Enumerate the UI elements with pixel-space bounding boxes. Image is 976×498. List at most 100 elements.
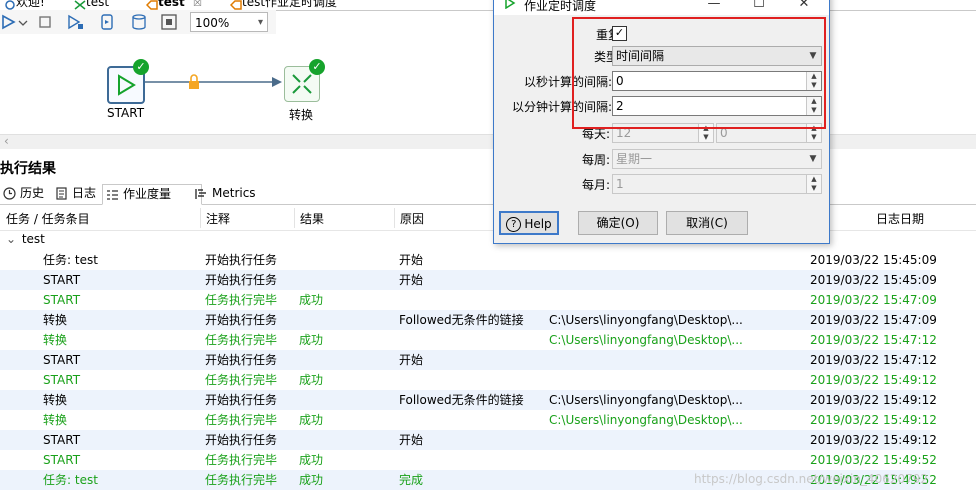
cell-date: 2019/03/22 15:49:12 — [810, 413, 937, 427]
scroll-left-icon[interactable]: ‹ — [4, 134, 9, 148]
cell-task: START — [43, 373, 81, 387]
tab-metrics[interactable]: Metrics — [192, 184, 278, 203]
grid-icon — [161, 14, 177, 30]
cell-comment: 开始执行任务 — [205, 253, 278, 267]
column-divider[interactable] — [200, 208, 201, 228]
tab-job-metrics[interactable]: 作业度量 — [102, 184, 202, 205]
tab-test-transform[interactable]: test — [70, 0, 109, 10]
table-row[interactable]: START 开始执行任务 开始 2019/03/22 15:45:09 — [0, 270, 937, 290]
column-divider[interactable] — [394, 208, 395, 228]
cell-task: START — [43, 433, 81, 447]
table-row[interactable]: START 任务执行完毕 成功 2019/03/22 15:49:52 — [0, 450, 937, 470]
job-icon — [229, 0, 242, 10]
cell-task: 任务: test — [43, 253, 98, 267]
zoom-value: 100% — [195, 16, 230, 30]
cell-task: START — [43, 453, 81, 467]
cell-reason: Followed无条件的链接 — [399, 393, 524, 407]
table-row[interactable]: START 任务执行完毕 成功 2019/03/22 15:47:09 — [0, 290, 937, 310]
cell-comment: 任务执行完毕 — [205, 473, 278, 487]
table-row[interactable]: 任务: test 开始执行任务 开始 2019/03/22 15:45:09 — [0, 250, 937, 270]
cell-result: 成功 — [299, 373, 324, 387]
chevron-down-icon[interactable]: ⌄ — [6, 232, 18, 246]
cell-comment: 任务执行完毕 — [205, 373, 278, 387]
table-row[interactable]: 转换 任务执行完毕 成功 C:\Users\linyongfang\Desktop\.… — [0, 330, 937, 350]
cell-task: 转换 — [43, 393, 68, 407]
cell-task: START — [43, 273, 81, 287]
monthly-input[interactable]: 1 ▲ ▼ — [612, 174, 822, 194]
cell-date: 2019/03/22 15:47:12 — [810, 353, 937, 367]
replay-icon — [101, 14, 113, 30]
run-button[interactable] — [0, 13, 18, 31]
cell-file: C:\Users\linyongfang\Desktop\... — [549, 393, 743, 407]
cell-date: 2019/03/22 15:49:12 — [810, 433, 937, 447]
tab-close-icon[interactable]: ☒ — [193, 0, 202, 9]
weekly-select[interactable]: 星期一 ▼ — [612, 149, 822, 169]
stop-button[interactable] — [36, 13, 54, 31]
help-icon: ? — [506, 217, 522, 232]
close-icon[interactable]: ✕ — [789, 0, 819, 13]
chevron-down-icon: ▾ — [257, 17, 263, 28]
stop-icon — [39, 16, 51, 28]
cell-result: 成功 — [299, 333, 324, 347]
minimize-icon[interactable]: — — [699, 0, 729, 13]
column-header-date[interactable]: 日志日期 — [876, 210, 924, 227]
gantt-icon — [195, 189, 206, 199]
spinner-arrows-icon[interactable]: ▲ ▼ — [806, 175, 821, 193]
cell-comment: 任务执行完毕 — [205, 293, 278, 307]
table-row[interactable]: START 开始执行任务 开始 2019/03/22 15:47:12 — [0, 350, 937, 370]
results-panel-title: 执行结果 — [0, 161, 56, 177]
cell-comment: 开始执行任务 — [205, 313, 278, 327]
watermark-text: https://blog.csdn.net/weixin_40620792 — [694, 472, 929, 486]
preview-button[interactable] — [66, 13, 84, 31]
table-row[interactable]: 转换 任务执行完毕 成功 C:\Users\linyongfang\Desktop\.… — [0, 410, 937, 430]
play-icon — [2, 14, 16, 30]
tab-test-schedule[interactable]: test作业定时调度 — [226, 0, 337, 10]
column-header-comment[interactable]: 注释 — [206, 210, 230, 227]
cell-comment: 开始执行任务 — [205, 433, 278, 447]
tab-welcome[interactable]: 欢迎! — [0, 0, 45, 10]
cell-comment: 开始执行任务 — [205, 273, 278, 287]
run-dropdown-button[interactable] — [18, 13, 28, 31]
cell-reason: Followed无条件的链接 — [399, 313, 524, 327]
tab-label: test — [158, 0, 185, 9]
replay-button[interactable] — [98, 13, 116, 31]
table-row[interactable]: START 任务执行完毕 成功 2019/03/22 15:49:12 — [0, 370, 937, 390]
tree-group-test[interactable]: ⌄ test — [6, 232, 45, 246]
table-row[interactable]: 转换 开始执行任务 Followed无条件的链接 C:\Users\linyongfa… — [0, 390, 937, 410]
tab-label: Metrics — [212, 186, 256, 200]
hop-connector[interactable] — [140, 70, 290, 94]
snap-grid-button[interactable] — [160, 13, 178, 31]
dialog-title: 作业定时调度 — [524, 0, 597, 13]
unconditional-lock-icon — [186, 74, 202, 93]
maximize-icon[interactable]: ☐ — [744, 0, 774, 13]
log-icon — [56, 187, 67, 200]
column-header-result[interactable]: 结果 — [300, 210, 324, 227]
cell-task: 转换 — [43, 333, 68, 347]
column-header-reason[interactable]: 原因 — [400, 210, 424, 227]
cell-comment: 任务执行完毕 — [205, 413, 278, 427]
table-row[interactable]: START 开始执行任务 开始 2019/03/22 15:49:12 — [0, 430, 937, 450]
cell-date: 2019/03/22 15:45:09 — [810, 273, 937, 287]
cell-reason: 开始 — [399, 353, 424, 367]
highlight-annotation-box — [572, 17, 826, 129]
zoom-select[interactable]: 100% ▾ — [190, 12, 268, 32]
cell-file: C:\Users\linyongfang\Desktop\... — [549, 313, 743, 327]
metrics-list-icon — [107, 190, 118, 200]
column-header-task[interactable]: 任务 / 任务条目 — [6, 210, 90, 227]
sql-button[interactable] — [130, 13, 148, 31]
tab-test-job[interactable]: test ☒ — [142, 0, 202, 10]
weekly-value: 星期一 — [616, 152, 653, 166]
help-button[interactable]: ? Help — [499, 211, 559, 235]
transform-node-label: 转换 — [289, 108, 314, 122]
cell-comment: 开始执行任务 — [205, 353, 278, 367]
job-icon — [145, 0, 158, 10]
cell-reason: 开始 — [399, 433, 424, 447]
cancel-button[interactable]: 取消(C) — [666, 211, 748, 235]
ok-button[interactable]: 确定(O) — [578, 211, 658, 235]
play-icon — [504, 0, 516, 12]
cell-task: START — [43, 353, 81, 367]
cell-date: 2019/03/22 15:49:12 — [810, 373, 937, 387]
column-divider[interactable] — [294, 208, 295, 228]
table-row[interactable]: 转换 开始执行任务 Followed无条件的链接 C:\Users\linyongfa… — [0, 310, 937, 330]
clock-icon — [3, 187, 16, 200]
